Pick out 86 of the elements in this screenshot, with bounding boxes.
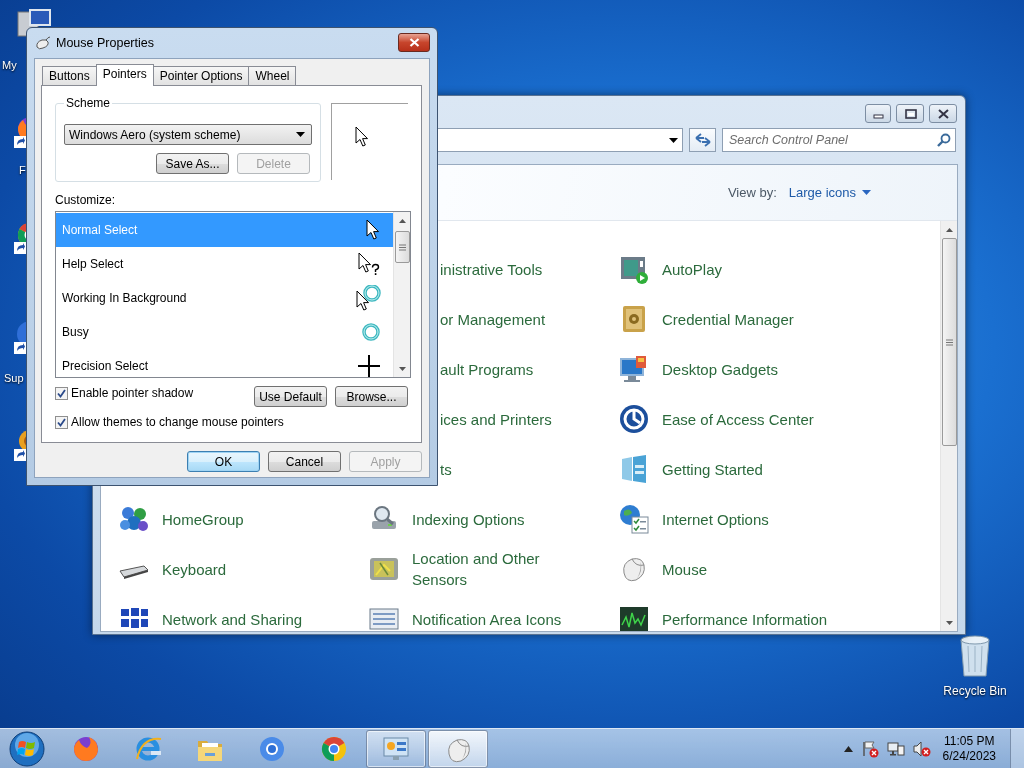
tab[interactable]: Buttons xyxy=(42,66,97,85)
close-button[interactable] xyxy=(398,33,430,52)
icon-label: Recycle Bin xyxy=(943,683,1007,700)
button[interactable]: Use Default xyxy=(254,386,327,407)
list-item[interactable]: Working In Background xyxy=(62,289,187,307)
control-panel-link[interactable]: Notification Area Icons xyxy=(412,608,562,630)
taskbar-button[interactable] xyxy=(366,729,426,768)
flag-icon[interactable] xyxy=(860,739,879,758)
button[interactable]: OK xyxy=(187,451,260,472)
scrollbar[interactable] xyxy=(940,221,957,631)
scrollbar[interactable] xyxy=(393,212,410,377)
control-panel-link[interactable]: ts xyxy=(440,458,452,480)
tab[interactable]: Wheel xyxy=(248,66,297,85)
working-pointer-icon xyxy=(355,285,381,311)
control-panel-link[interactable]: Performance Information xyxy=(662,608,828,630)
control-panel-link[interactable]: Location and Other Sensors xyxy=(412,548,594,590)
mouse-icon xyxy=(35,36,51,50)
window-title: Mouse Properties xyxy=(56,34,155,52)
control-panel-link[interactable]: AutoPlay xyxy=(662,258,723,280)
crosshair-icon xyxy=(357,354,381,377)
control-panel-link[interactable]: HomeGroup xyxy=(162,508,244,530)
list-item[interactable]: Precision Select xyxy=(62,357,149,375)
control-panel-link[interactable]: Network and Sharing xyxy=(162,608,303,630)
icon-label: My xyxy=(2,58,17,73)
control-panel-link[interactable]: ault Programs xyxy=(440,358,534,380)
close-icon[interactable] xyxy=(936,108,950,119)
grip-icon[interactable] xyxy=(945,338,953,346)
search-icon[interactable] xyxy=(937,133,951,147)
control-panel-link[interactable]: Getting Started xyxy=(662,458,763,480)
search-field[interactable]: Search Control Panel xyxy=(722,128,956,152)
tab[interactable]: Pointers xyxy=(95,64,154,86)
control-panel-link[interactable]: Credential Manager xyxy=(662,308,794,330)
dropdown-arrow-icon[interactable] xyxy=(669,137,678,143)
checkmark-icon[interactable] xyxy=(55,386,68,400)
taskbar-button[interactable] xyxy=(428,729,488,768)
search-input[interactable]: Search Control Panel xyxy=(729,130,937,150)
dropdown-arrow-icon[interactable] xyxy=(296,132,305,137)
close-button[interactable] xyxy=(929,104,957,123)
control-panel-link[interactable]: Internet Options xyxy=(662,508,769,530)
show-hidden-icons-button[interactable] xyxy=(843,745,853,752)
busy-ring-icon xyxy=(361,322,381,342)
view-mode-dropdown[interactable]: Large icons xyxy=(788,182,871,203)
pointer-icon xyxy=(354,126,370,148)
scroll-down-arrow-icon[interactable] xyxy=(398,366,406,371)
control-panel-link[interactable]: or Management xyxy=(440,308,546,330)
scroll-down-arrow-icon[interactable] xyxy=(945,620,953,625)
pointer-list[interactable]: Normal Select Help Select Working In Background Busy Precision Select xyxy=(55,211,411,378)
help-pointer-icon xyxy=(357,252,381,276)
show-desktop-button[interactable] xyxy=(1010,728,1024,768)
caret-icon[interactable] xyxy=(862,190,871,195)
checkbox[interactable]: Enable pointer shadow xyxy=(55,386,194,400)
button[interactable]: Cancel xyxy=(268,451,341,472)
tab[interactable]: Pointer Options xyxy=(152,66,250,85)
view-by-label: View by: xyxy=(727,183,777,202)
button[interactable]: Save As... xyxy=(156,153,229,174)
control-panel-link[interactable]: inistrative Tools xyxy=(440,258,543,280)
start-button[interactable] xyxy=(8,729,46,768)
maximize-icon[interactable] xyxy=(903,108,917,119)
list-item[interactable]: Busy xyxy=(62,323,89,341)
icon-label: Sup xyxy=(4,371,24,386)
accessibility-icon[interactable] xyxy=(618,403,650,435)
scroll-up-arrow-icon[interactable] xyxy=(398,218,406,223)
control-panel-link[interactable]: Indexing Options xyxy=(412,508,525,530)
checkmark-icon[interactable] xyxy=(55,415,68,429)
globe-icon[interactable] xyxy=(618,503,650,535)
refresh-button[interactable] xyxy=(689,128,716,152)
list-item[interactable]: Help Select xyxy=(62,255,124,273)
scheme-dropdown[interactable]: Windows Aero (system scheme) xyxy=(64,124,312,145)
maximize-button[interactable] xyxy=(896,104,924,123)
icon-label: F xyxy=(19,163,26,178)
button[interactable]: Browse... xyxy=(335,386,408,407)
control-panel-link[interactable]: Mouse xyxy=(662,558,708,580)
control-panel-link[interactable]: ices and Printers xyxy=(440,408,552,430)
clock[interactable]: 11:05 PM 6/24/2023 xyxy=(938,733,1000,764)
scroll-up-arrow-icon[interactable] xyxy=(945,227,953,232)
checkbox[interactable]: Allow themes to change mouse pointers xyxy=(55,415,408,429)
control-panel-link[interactable]: Ease of Access Center xyxy=(662,408,814,430)
pointer-icon xyxy=(365,219,381,241)
control-panel-link[interactable]: Keyboard xyxy=(162,558,227,580)
network-icon[interactable] xyxy=(886,739,905,758)
grip-icon[interactable] xyxy=(398,243,406,251)
minimize-button[interactable] xyxy=(865,104,891,123)
speaker-muted-icon[interactable] xyxy=(912,739,931,758)
control-panel-link[interactable]: Desktop Gadgets xyxy=(662,358,778,380)
refresh-icon[interactable] xyxy=(693,133,712,147)
section-label: Customize: xyxy=(55,193,117,207)
